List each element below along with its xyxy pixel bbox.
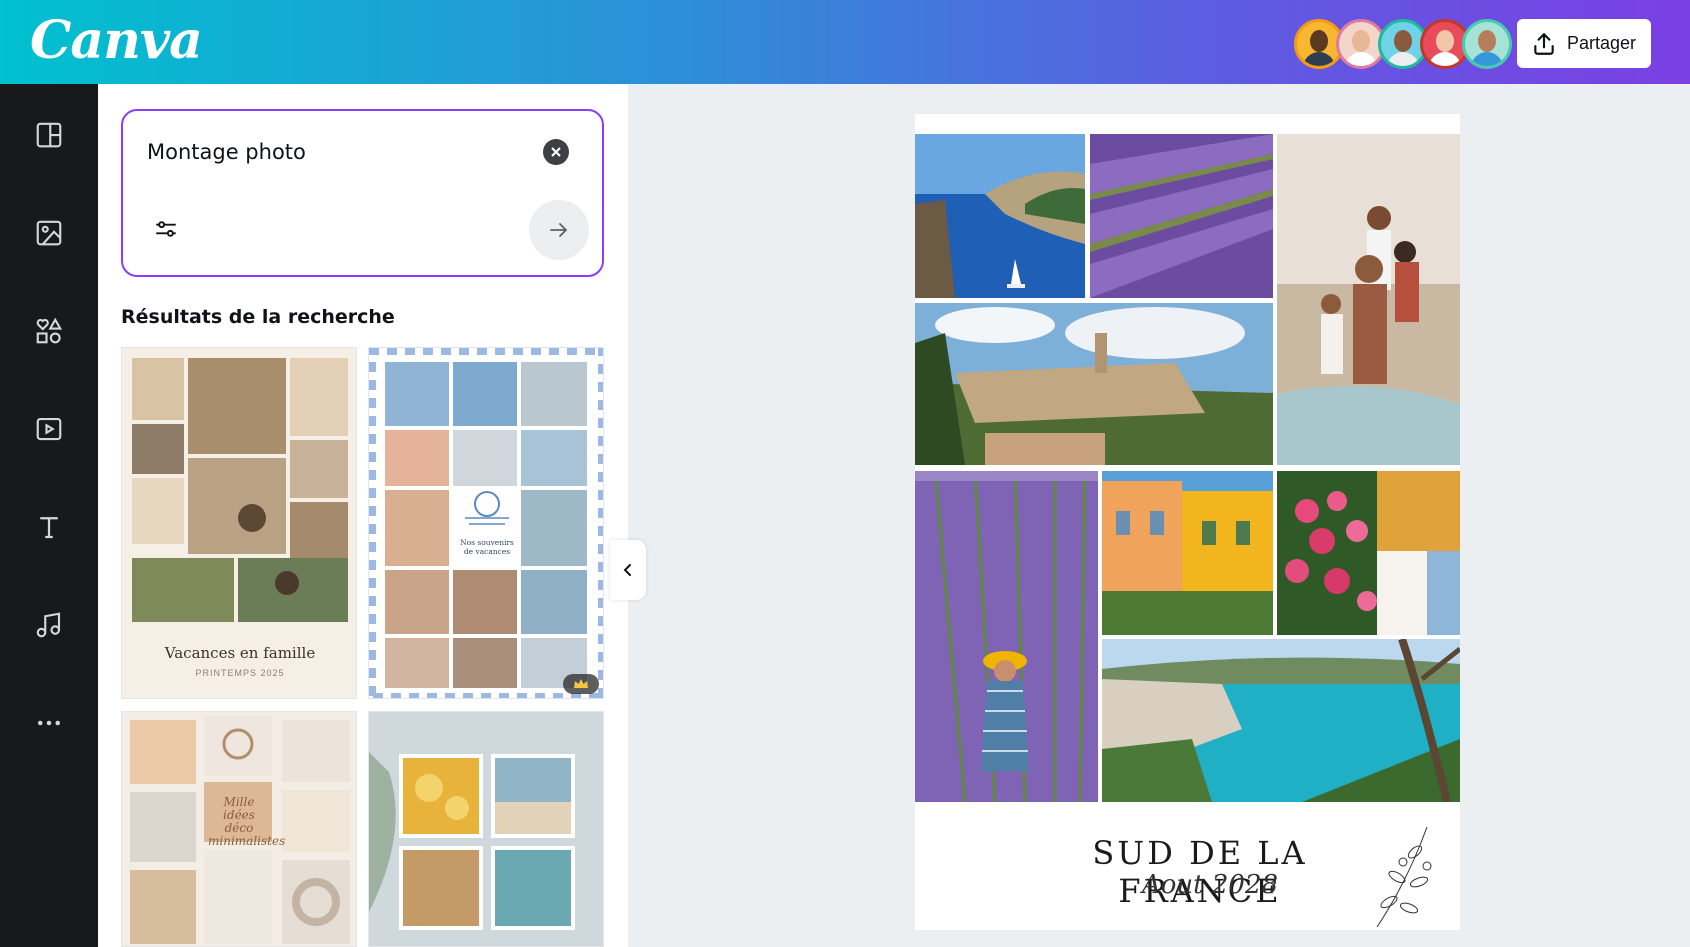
design-page[interactable]: SUD DE LA FRANCE Aout 2028 — [915, 114, 1460, 930]
template-title: Vacances en famille — [164, 644, 316, 662]
template-subtitle: PRINTEMPS 2025 — [195, 668, 285, 678]
template-title: Nos souvenirs de vacances — [460, 538, 514, 556]
top-bar: Canva Partager — [0, 0, 1690, 84]
template-thumbnail[interactable]: Nos souvenirs de vacances — [368, 347, 604, 699]
photo-lavender-field[interactable] — [1090, 134, 1273, 298]
search-box — [121, 109, 604, 277]
filter-icon[interactable] — [153, 216, 181, 244]
photo-yellow-house[interactable] — [1102, 471, 1273, 635]
photo-pink-flowers[interactable] — [1277, 471, 1460, 635]
photo-village-hill[interactable] — [915, 303, 1273, 465]
chevron-left-icon — [623, 564, 631, 576]
crown-icon — [563, 674, 599, 694]
image-icon[interactable] — [29, 213, 69, 253]
video-icon[interactable] — [29, 409, 69, 449]
template-collage — [369, 712, 603, 946]
photo-family-beach[interactable] — [1277, 134, 1460, 465]
template-thumbnail[interactable] — [368, 711, 604, 947]
layout-icon[interactable] — [29, 115, 69, 155]
template-collage — [369, 348, 603, 698]
more-icon[interactable] — [29, 703, 69, 743]
avatar[interactable] — [1462, 19, 1512, 69]
template-thumbnail[interactable]: Vacances en famille PRINTEMPS 2025 — [121, 347, 357, 699]
side-rail — [0, 84, 98, 947]
search-input[interactable] — [147, 135, 527, 169]
photo-lavender-woman[interactable] — [915, 471, 1098, 802]
collapse-panel-button[interactable] — [610, 540, 646, 600]
template-title: Mille idées déco minimalistes — [208, 795, 286, 848]
share-label: Partager — [1567, 33, 1637, 53]
upload-icon — [1534, 32, 1554, 55]
photo-calanque[interactable] — [915, 134, 1085, 298]
text-icon[interactable] — [29, 507, 69, 547]
share-button[interactable]: Partager — [1517, 19, 1651, 68]
shapes-icon[interactable] — [29, 311, 69, 351]
poster-subtitle[interactable]: Aout 2028 — [1020, 870, 1400, 900]
photo-turquoise-cove[interactable] — [1102, 639, 1460, 802]
close-icon[interactable] — [543, 139, 569, 165]
canva-logo[interactable]: Canva — [30, 10, 203, 71]
collaborator-avatars[interactable] — [1294, 19, 1512, 69]
search-panel: Résultats de la recherche Vacances en fa… — [98, 84, 628, 947]
arrow-right-icon[interactable] — [529, 200, 589, 260]
template-thumbnail[interactable]: Mille idées déco minimalistes — [121, 711, 357, 947]
music-icon[interactable] — [29, 605, 69, 645]
olive-branch-illustration — [1376, 826, 1432, 928]
results-title: Résultats de la recherche — [121, 306, 395, 328]
